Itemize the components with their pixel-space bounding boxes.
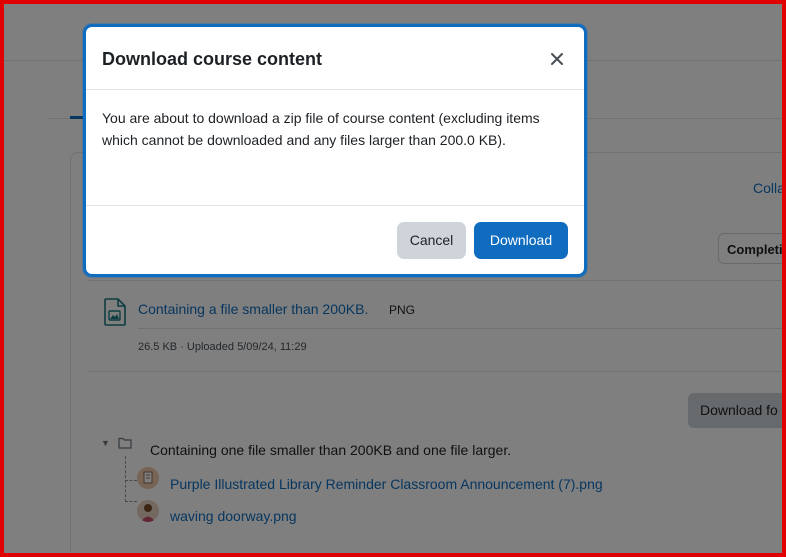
modal-title: Download course content	[102, 49, 323, 69]
modal-body-text: You are about to download a zip file of …	[102, 110, 540, 148]
modal-header: Download course content	[86, 27, 584, 90]
modal-footer: Cancel Download	[86, 205, 584, 274]
cancel-button[interactable]: Cancel	[397, 222, 466, 259]
download-course-content-dialog: Download course content You are about to…	[83, 24, 587, 277]
close-icon[interactable]	[548, 50, 566, 68]
download-button[interactable]: Download	[474, 222, 568, 259]
